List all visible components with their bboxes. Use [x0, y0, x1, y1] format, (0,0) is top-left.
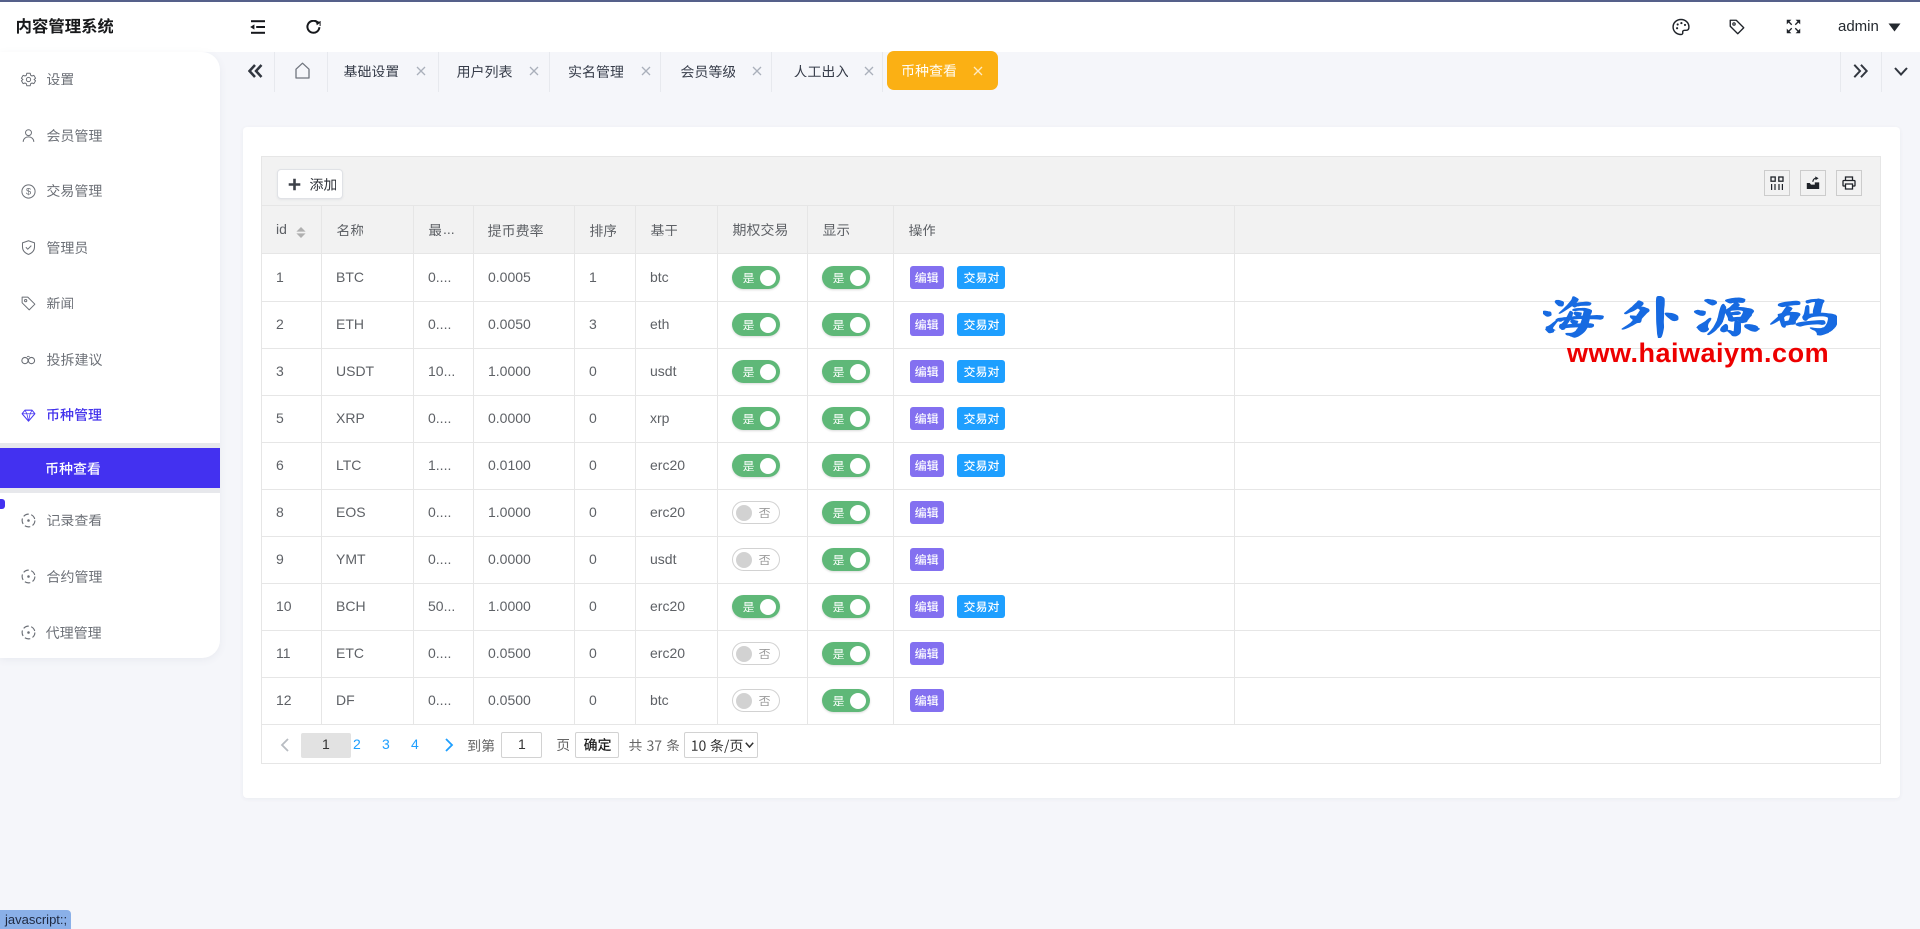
- svg-text:$: $: [26, 187, 31, 197]
